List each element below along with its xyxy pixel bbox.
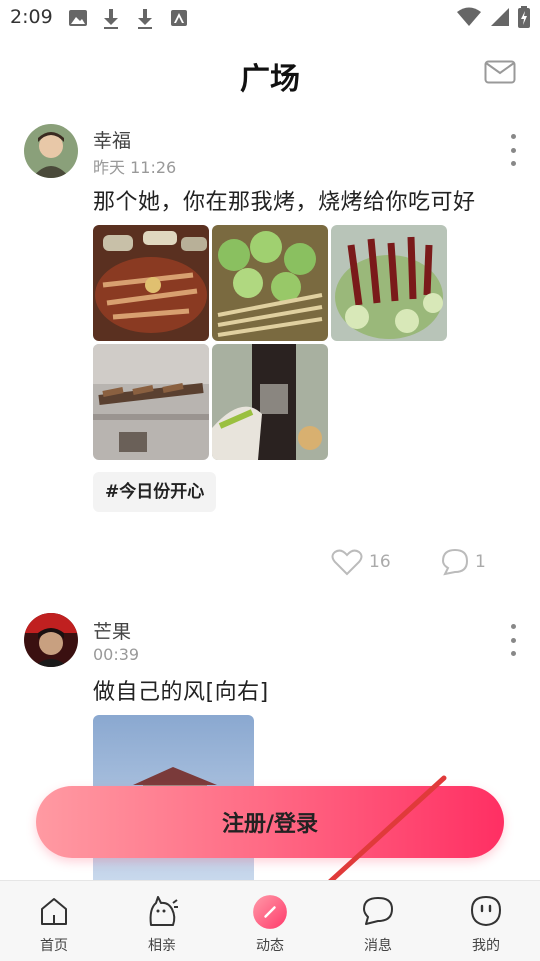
nav-label: 首页: [40, 938, 68, 954]
message-icon: [363, 897, 393, 925]
bottom-navigation: 首页 相亲 动态 消息 我的: [0, 880, 540, 961]
nav-label: 动态: [256, 938, 284, 954]
moments-icon: [253, 895, 287, 929]
cat-mascot-icon: [149, 896, 178, 926]
home-icon: [41, 898, 67, 925]
nav-profile[interactable]: 我的: [432, 881, 540, 961]
nav-moments[interactable]: 动态: [216, 881, 324, 961]
nav-dating[interactable]: 相亲: [108, 881, 216, 961]
profile-face-icon: [470, 895, 502, 927]
nav-label: 我的: [472, 938, 500, 954]
nav-messages[interactable]: 消息: [324, 881, 432, 961]
nav-label: 消息: [364, 938, 392, 954]
annotation-arrow: [294, 775, 447, 914]
nav-home[interactable]: 首页: [0, 881, 108, 961]
nav-label: 相亲: [148, 938, 176, 954]
